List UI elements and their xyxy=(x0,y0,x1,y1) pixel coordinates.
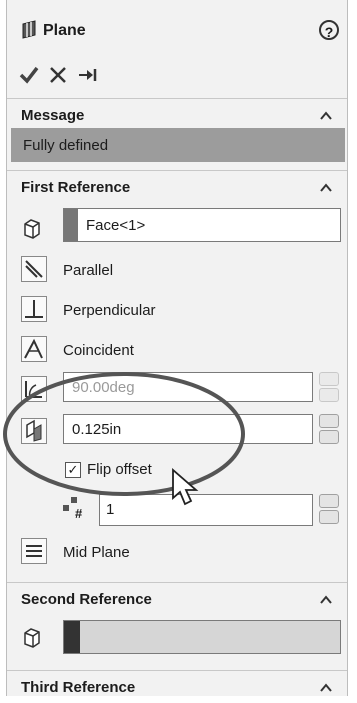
face-cube-icon xyxy=(24,628,40,648)
selection-color-swatch xyxy=(64,621,80,653)
parallel-icon xyxy=(25,260,43,278)
second-reference-selection[interactable] xyxy=(63,620,341,654)
property-manager-panel: Plane ? Message Fully defined First Refe… xyxy=(6,0,348,696)
coincident-label[interactable]: Coincident xyxy=(63,342,134,359)
face-cube-icon xyxy=(24,219,40,239)
chevron-up-icon[interactable] xyxy=(319,593,333,607)
message-section-label: Message xyxy=(21,107,85,124)
offset-distance-spinner[interactable] xyxy=(319,414,339,444)
highlight-ellipse xyxy=(3,372,245,496)
mid-plane-label[interactable]: Mid Plane xyxy=(63,544,130,561)
coincident-button[interactable] xyxy=(21,336,47,362)
page-title: Plane xyxy=(43,22,86,39)
number-of-planes-value: 1 xyxy=(106,501,115,518)
angle-spinner[interactable] xyxy=(319,372,339,402)
second-reference-label: Second Reference xyxy=(21,591,152,608)
ok-icon[interactable] xyxy=(19,66,39,84)
first-reference-header[interactable]: First Reference xyxy=(7,170,347,203)
parallel-button[interactable] xyxy=(21,256,47,282)
status-message: Fully defined xyxy=(11,128,345,162)
selection-color-swatch xyxy=(64,209,78,241)
help-icon[interactable]: ? xyxy=(319,20,339,40)
pushpin-icon[interactable] xyxy=(77,66,99,84)
mid-plane-button[interactable] xyxy=(21,538,47,564)
third-reference-label: Third Reference xyxy=(21,679,136,696)
mid-plane-icon xyxy=(26,545,42,557)
svg-text:#: # xyxy=(75,506,83,521)
mouse-cursor-icon xyxy=(172,468,199,506)
chevron-up-icon[interactable] xyxy=(319,181,333,195)
cancel-icon[interactable] xyxy=(49,66,67,84)
first-reference-selection-text: Face<1> xyxy=(86,217,146,234)
number-of-planes-spinner[interactable] xyxy=(319,494,339,524)
parallel-label[interactable]: Parallel xyxy=(63,262,113,279)
message-section-header[interactable]: Message xyxy=(7,98,347,131)
first-reference-label: First Reference xyxy=(21,179,131,196)
status-message-text: Fully defined xyxy=(23,137,109,154)
second-reference-header[interactable]: Second Reference xyxy=(7,582,347,615)
chevron-up-icon[interactable] xyxy=(319,681,333,695)
coincident-icon xyxy=(24,338,43,359)
perpendicular-icon xyxy=(25,300,43,318)
third-reference-header[interactable]: Third Reference xyxy=(7,670,347,703)
first-reference-selection[interactable]: Face<1> xyxy=(63,208,341,242)
plane-feature-icon xyxy=(22,20,36,39)
perpendicular-button[interactable] xyxy=(21,296,47,322)
perpendicular-label[interactable]: Perpendicular xyxy=(63,302,156,319)
chevron-up-icon[interactable] xyxy=(319,109,333,123)
